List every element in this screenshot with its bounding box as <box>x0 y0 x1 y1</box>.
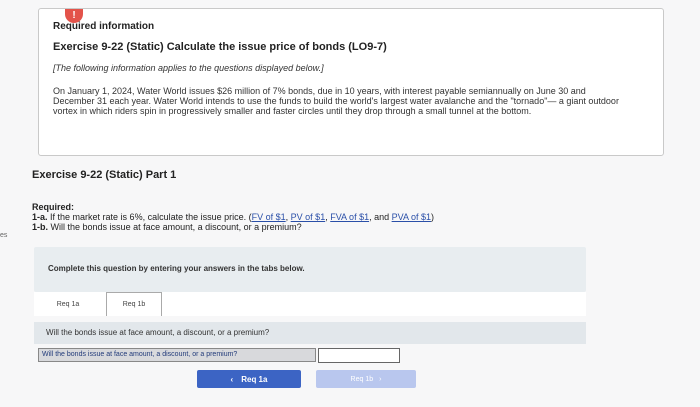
info-note: [The following information applies to th… <box>53 63 324 73</box>
link-pv-of-1[interactable]: PV of $1 <box>291 212 326 222</box>
tab-req-1a[interactable]: Req 1a <box>34 292 102 316</box>
question-bar: Will the bonds issue at face amount, a d… <box>34 322 586 344</box>
left-margin-text: es <box>0 232 8 239</box>
item-1a-prefix: 1-a. <box>32 212 48 222</box>
link-fva-of-1[interactable]: FVA of $1 <box>330 212 369 222</box>
tab-req-1b[interactable]: Req 1b <box>106 292 162 316</box>
prev-tab-label: Req 1a <box>241 374 268 384</box>
question-text: Will the bonds issue at face amount, a d… <box>46 328 270 337</box>
required-information-box: ! Required information Exercise 9-22 (St… <box>38 8 664 156</box>
required-label: Required: <box>32 202 75 212</box>
info-body: On January 1, 2024, Water World issues $… <box>53 86 619 116</box>
exercise-title: Exercise 9-22 (Static) Calculate the iss… <box>53 41 387 53</box>
panel-instruction: Complete this question by entering your … <box>48 264 305 273</box>
answer-label-cell: Will the bonds issue at face amount, a d… <box>38 348 316 362</box>
link-fv-of-1[interactable]: FV of $1 <box>252 212 286 222</box>
item-1b-text: Will the bonds issue at face amount, a d… <box>50 222 302 232</box>
question-panel: Complete this question by entering your … <box>34 247 586 292</box>
required-block: Required: 1-a. If the market rate is 6%,… <box>32 202 434 232</box>
prev-tab-button[interactable]: ‹ Req 1a <box>197 370 301 388</box>
link-pva-of-1[interactable]: PVA of $1 <box>392 212 431 222</box>
part-title: Exercise 9-22 (Static) Part 1 <box>32 169 177 181</box>
info-heading: Required information <box>53 21 155 32</box>
answer-dropdown[interactable] <box>318 348 400 363</box>
next-tab-label: Req 1b <box>350 375 374 383</box>
chevron-left-icon: ‹ <box>230 374 234 384</box>
item-1b-prefix: 1-b. <box>32 222 49 232</box>
item-1a-text: If the market rate is 6%, calculate the … <box>50 212 247 222</box>
next-tab-button[interactable]: Req 1b › <box>316 370 416 388</box>
tabs-area: Req 1a Req 1b <box>34 292 586 316</box>
chevron-right-icon: › <box>379 375 382 383</box>
